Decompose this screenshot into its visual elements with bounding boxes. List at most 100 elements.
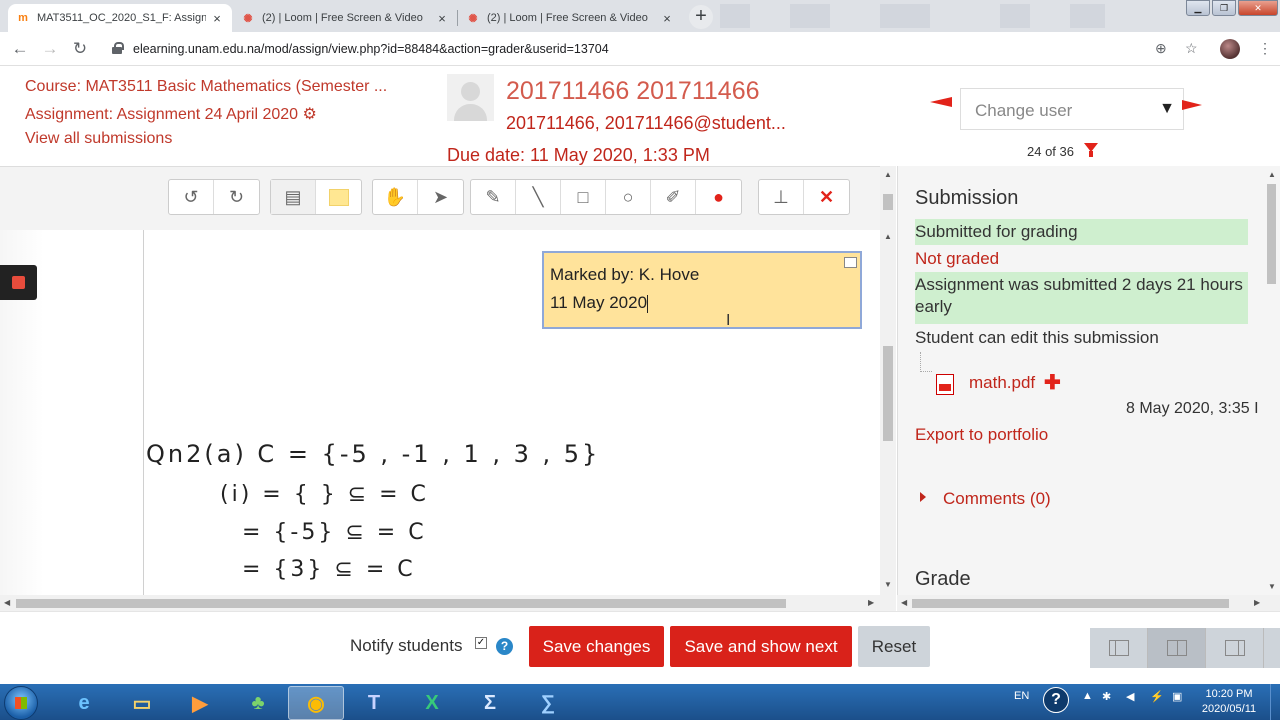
scroll-thumb[interactable] [16, 599, 786, 608]
scroll-left-icon[interactable]: ◀ [901, 598, 907, 607]
layout-toggle-group [1090, 628, 1280, 668]
status-edit: Student can edit this submission [915, 328, 1159, 347]
user-name[interactable]: 201711466 201711466 [506, 77, 760, 106]
change-user-select[interactable]: Change user ▼ [960, 88, 1184, 130]
expand-triangle-icon[interactable] [920, 492, 926, 502]
layout-middle-button[interactable] [1148, 628, 1206, 668]
rotate-right-icon[interactable]: ↻ [214, 180, 259, 214]
oval-icon[interactable]: ○ [606, 180, 651, 214]
math-tool-icon[interactable]: Σ [462, 686, 518, 720]
scroll-up-icon[interactable]: ▲ [1268, 170, 1276, 179]
geogebra-icon[interactable]: ♣ [230, 686, 286, 720]
restore-icon[interactable]: ❐ [1212, 0, 1236, 16]
annotation-color-icon[interactable]: ● [696, 180, 741, 214]
scroll-right-icon[interactable]: ▶ [868, 598, 874, 607]
power-icon[interactable]: ⚡ [1150, 690, 1164, 703]
split-view-icon [1166, 640, 1187, 656]
sigma-app-icon[interactable]: ∑ [520, 686, 576, 720]
text-editor-icon[interactable]: T [346, 686, 402, 720]
next-user-arrow-icon[interactable] [1182, 100, 1202, 110]
highlight-icon[interactable]: ✐ [651, 180, 696, 214]
media-player-icon[interactable]: ▶ [172, 686, 228, 720]
scroll-down-icon[interactable]: ▼ [1268, 582, 1276, 591]
tab-assignment[interactable]: m MAT3511_OC_2020_S1_F: Assignment × [8, 4, 232, 32]
volume-icon[interactable]: ◀ [1126, 690, 1134, 703]
window-close-icon[interactable]: ✕ [1238, 0, 1278, 16]
comment-icon[interactable]: ▤ [271, 180, 316, 214]
line-icon[interactable]: ╲ [516, 180, 561, 214]
tab-loom-1[interactable]: ✺ (2) | Loom | Free Screen & Video × [233, 4, 457, 32]
comment-date-text: 11 May 2020 [550, 293, 648, 312]
clock-time: 10:20 PM [1205, 688, 1253, 700]
stamp-icon[interactable]: ⊥ [759, 180, 804, 214]
panel-horizontal-scrollbar[interactable]: ◀ ▶ [897, 595, 1280, 611]
save-changes-button[interactable]: Save changes [529, 626, 664, 667]
tab-loom-2[interactable]: ✺ (2) | Loom | Free Screen & Video × [458, 4, 682, 32]
language-indicator[interactable]: EN [1014, 690, 1029, 702]
system-clock[interactable]: 10:20 PM 2020/05/11 [1196, 687, 1262, 717]
back-icon[interactable]: ← [10, 39, 30, 59]
scroll-down-icon[interactable]: ▼ [884, 580, 892, 589]
help-icon[interactable]: ? [496, 638, 513, 655]
tab-close-icon[interactable]: × [210, 11, 224, 26]
tab-close-icon[interactable]: × [660, 11, 674, 26]
scroll-thumb[interactable] [883, 346, 893, 441]
minimize-icon[interactable]: ▁ [1186, 0, 1210, 16]
editor-horizontal-scrollbar[interactable]: ◀ ▶ [0, 595, 880, 611]
scroll-thumb[interactable] [1267, 184, 1276, 284]
zoom-icon[interactable]: ⊕ [1155, 40, 1167, 57]
comment-color-icon[interactable] [316, 180, 361, 214]
panel-vertical-scrollbar[interactable]: ▲ ▼ [1264, 166, 1280, 596]
internet-explorer-icon[interactable]: e [56, 686, 112, 720]
scroll-thumb[interactable] [912, 599, 1229, 608]
reload-icon[interactable]: ↻ [70, 39, 90, 59]
show-desktop-button[interactable] [1270, 684, 1280, 720]
notify-students-checkbox[interactable]: ✓ [475, 637, 487, 649]
gear-icon[interactable]: ⚙ [303, 106, 317, 123]
loom-record-button[interactable] [0, 265, 37, 300]
address-bar[interactable]: elearning.unam.edu.na/mod/assign/view.ph… [133, 42, 609, 56]
annotation-comment[interactable]: Marked by: K. Hove 11 May 2020 [542, 251, 862, 329]
assignment-link[interactable]: Assignment: Assignment 24 April 2020 ⚙ [25, 104, 317, 124]
file-link[interactable]: math.pdf [969, 373, 1035, 393]
file-explorer-icon[interactable]: ▭ [114, 686, 170, 720]
menu-icon[interactable]: ⋮ [1258, 40, 1272, 57]
help-question-icon[interactable]: ? [1043, 687, 1069, 713]
tab-close-icon[interactable]: × [435, 11, 449, 26]
previous-user-arrow-icon[interactable] [930, 97, 952, 107]
save-and-show-next-button[interactable]: Save and show next [670, 626, 852, 667]
pan-hand-icon[interactable]: ✋ [373, 180, 418, 214]
tray-app-icon[interactable]: ✱ [1102, 690, 1111, 703]
pen-icon[interactable]: ✎ [471, 180, 516, 214]
view-all-submissions-link[interactable]: View all submissions [25, 130, 172, 148]
scroll-thumb[interactable] [883, 194, 893, 210]
add-plus-icon[interactable]: ✚ [1044, 370, 1061, 395]
filter-icon[interactable] [1084, 143, 1098, 157]
profile-avatar[interactable] [1220, 39, 1240, 59]
course-link[interactable]: Course: MAT3511 Basic Mathematics (Semes… [25, 78, 387, 96]
scroll-up-icon[interactable]: ▲ [884, 232, 892, 241]
comment-menu-icon[interactable] [844, 257, 857, 268]
excel-icon[interactable]: X [404, 686, 460, 720]
scroll-right-icon[interactable]: ▶ [1254, 598, 1260, 607]
windows-start-button[interactable] [4, 686, 38, 720]
network-icon[interactable]: ▣ [1172, 690, 1182, 703]
chrome-icon[interactable]: ◉ [288, 686, 344, 720]
comments-link[interactable]: Comments (0) [943, 489, 1051, 509]
editor-vertical-scrollbar[interactable]: ▲ ▲ ▼ [880, 166, 896, 611]
layout-right-button[interactable] [1206, 628, 1264, 668]
rotate-left-icon[interactable]: ↺ [169, 180, 214, 214]
select-pointer-icon[interactable]: ➤ [418, 180, 463, 214]
reset-button[interactable]: Reset [858, 626, 930, 667]
new-tab-button[interactable]: + [689, 5, 713, 29]
file-date: 8 May 2020, 3:35 I [1126, 400, 1259, 417]
rectangle-icon[interactable]: □ [561, 180, 606, 214]
scroll-up-icon[interactable]: ▲ [884, 170, 892, 179]
scroll-left-icon[interactable]: ◀ [4, 598, 10, 607]
bookmark-star-icon[interactable]: ☆ [1185, 40, 1198, 57]
export-portfolio-link[interactable]: Export to portfolio [915, 425, 1048, 445]
layout-left-button[interactable] [1090, 628, 1148, 668]
delete-icon[interactable]: ✕ [804, 180, 849, 214]
forward-icon[interactable]: → [40, 39, 60, 59]
show-hidden-icons-icon[interactable]: ▲ [1082, 690, 1093, 702]
